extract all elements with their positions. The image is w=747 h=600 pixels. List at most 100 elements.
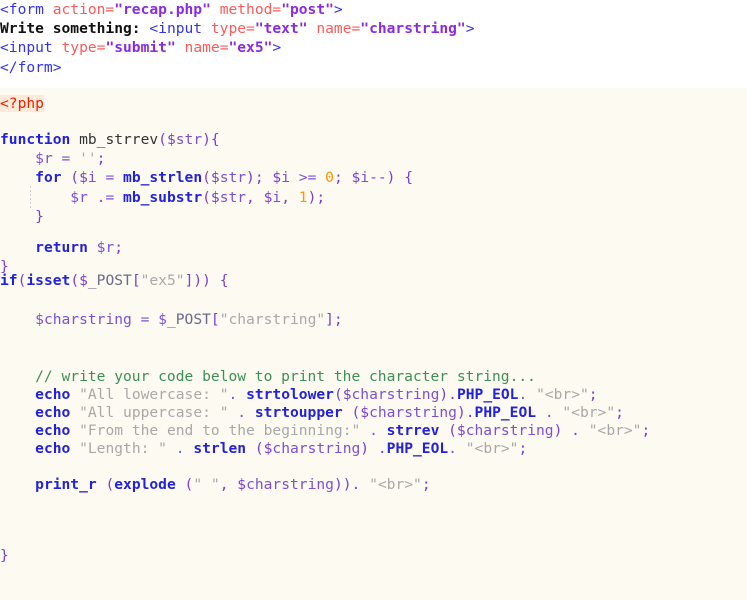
token-punc-8b: ) xyxy=(202,131,211,148)
token-string-all-uppercase: "All uppercase: " xyxy=(79,404,229,421)
token-op-concat-23b: . xyxy=(536,404,563,421)
token-punc-8a: ($ xyxy=(158,131,176,148)
token-var-i-4: i xyxy=(272,188,282,206)
token-punc-11c: , xyxy=(281,188,299,206)
token-punc-14a: ; xyxy=(114,239,124,256)
token-punc-25a: ($ xyxy=(246,440,273,457)
code-line-32[interactable]: } xyxy=(0,546,9,565)
token-tag-close-2: > xyxy=(465,20,475,38)
token-var-r-1b: r xyxy=(43,150,53,168)
token-var-str-2: str xyxy=(219,169,247,187)
token-op-gte: >= xyxy=(290,169,326,187)
token-attr-type-1: type= xyxy=(210,20,255,38)
token-punc-27a: ( xyxy=(96,476,115,493)
token-php-open-tag: <?php xyxy=(0,95,44,112)
token-attr-type-2: type= xyxy=(61,39,106,57)
token-punc-25b: ) . xyxy=(360,440,387,457)
code-line-8[interactable]: function mb_strrev($str){ xyxy=(0,130,220,149)
token-punc-8c: { xyxy=(210,131,220,148)
token-const-php-eol-2: PHP_EOL xyxy=(474,404,537,421)
token-var-i-3: i xyxy=(360,169,370,187)
token-space-1 xyxy=(211,1,220,18)
token-function-isset: isset xyxy=(26,272,71,289)
token-punc-16b: ($ xyxy=(70,272,88,289)
token-function-strtoupper: strtoupper xyxy=(254,404,343,421)
code-line-18[interactable]: $charstring = $_POST["charstring"]; xyxy=(0,310,343,329)
token-text-write-something: Write something: xyxy=(0,20,150,38)
token-keyword-echo-2: echo xyxy=(35,404,71,421)
token-number-one: 1 xyxy=(298,188,308,206)
token-function-explode: explode xyxy=(114,476,176,493)
code-line-27[interactable]: print_r (explode (" ", $charstring)). "<… xyxy=(0,475,431,494)
code-line-24[interactable]: echo "From the end to the beginning:" . … xyxy=(0,421,650,440)
token-tag-form-close: </form> xyxy=(0,58,62,76)
token-indent-11: $ xyxy=(0,188,80,206)
token-tag-close-1: > xyxy=(333,1,343,18)
token-op-concat-22b: . xyxy=(518,386,537,403)
token-punc-27d: )). xyxy=(333,476,370,493)
token-indent-10 xyxy=(0,169,35,186)
token-indent-18: $ xyxy=(0,311,44,328)
code-line-10[interactable]: for ($i = mb_strlen($str); $i >= 0; $i--… xyxy=(0,168,413,187)
token-attr-name-1: name= xyxy=(316,20,361,38)
token-indent-27 xyxy=(0,476,35,493)
code-line-4[interactable]: </form> xyxy=(0,58,62,77)
token-tag-form-open: <form xyxy=(0,1,53,18)
token-function-name-mb-strrev: mb_strrev xyxy=(70,131,159,148)
token-punc-27e: ; xyxy=(421,476,431,493)
code-line-22[interactable]: echo "All lowercase: ". strtolower($char… xyxy=(0,385,597,404)
token-punc-24c: ; xyxy=(641,422,651,439)
token-keyword-if: if xyxy=(0,272,18,289)
token-keyword-echo-4: echo xyxy=(35,440,71,457)
token-string-charstring-key: "charstring" xyxy=(219,311,326,328)
token-op-concat-23a: . xyxy=(228,404,255,421)
code-line-2[interactable]: Write something: <input type="text" name… xyxy=(0,19,475,38)
token-attrval-text: "text" xyxy=(254,20,308,38)
token-punc-11a: ($ xyxy=(202,188,220,206)
token-number-zero: 0 xyxy=(325,169,334,187)
code-line-11[interactable]: $r .= mb_substr($str, $i, 1); xyxy=(0,188,325,207)
token-punc-10c: ); $ xyxy=(246,169,282,187)
code-line-9[interactable]: $r = ''; xyxy=(0,149,105,168)
php-block-background xyxy=(0,88,747,600)
token-string-br-2: "<br>" xyxy=(562,404,616,421)
token-string-ex5: "ex5" xyxy=(140,272,185,289)
code-line-25[interactable]: echo "Length: " . strlen ($charstring) .… xyxy=(0,439,527,458)
token-space-22 xyxy=(70,386,79,403)
token-space-3 xyxy=(176,39,185,56)
token-var-r-1: $ xyxy=(0,150,44,168)
token-var-charstring-4: charstring xyxy=(465,422,554,439)
token-space-24 xyxy=(70,422,79,439)
code-line-14[interactable]: return $r; xyxy=(0,238,123,257)
token-superglobal-post-1: _POST xyxy=(87,272,132,289)
code-line-6[interactable]: <?php xyxy=(0,94,44,113)
token-function-strlen: strlen xyxy=(193,440,247,457)
token-punc-10e: --) { xyxy=(369,169,414,187)
code-line-12[interactable]: } xyxy=(0,207,44,226)
token-attr-method: method= xyxy=(219,1,282,18)
code-line-21[interactable]: // write your code below to print the ch… xyxy=(0,367,536,386)
token-brace-close-if: } xyxy=(0,547,9,564)
token-function-strtolower: strtolower xyxy=(246,386,334,403)
token-var-str-3: str xyxy=(219,188,247,206)
token-string-br-5: "<br>" xyxy=(369,476,422,493)
token-var-charstring-5: charstring xyxy=(272,440,361,457)
code-line-3[interactable]: <input type="submit" name="ex5"> xyxy=(0,38,281,57)
token-punc-18a: [ xyxy=(210,311,220,328)
code-line-23[interactable]: echo "All uppercase: " . strtoupper ($ch… xyxy=(0,403,624,422)
token-keyword-echo-3: echo xyxy=(35,422,71,439)
token-punc-10b: ($ xyxy=(202,169,220,187)
token-var-r-2: r xyxy=(79,188,88,206)
token-punc-22a: ($ xyxy=(333,386,352,403)
token-const-php-eol-3: PHP_EOL xyxy=(386,440,449,457)
token-indent-22 xyxy=(0,386,35,403)
code-line-1[interactable]: <form action="recap.php" method="post"> xyxy=(0,0,343,19)
token-keyword-echo-1: echo xyxy=(35,386,71,403)
token-punc-25c: ; xyxy=(518,440,528,457)
token-op-assign-1: = xyxy=(52,150,80,168)
token-var-r-3a: $ xyxy=(87,239,106,256)
code-line-16[interactable]: if(isset($_POST["ex5"])) { xyxy=(0,271,229,290)
token-var-r-3: r xyxy=(105,239,115,256)
token-punc-23b: ). xyxy=(456,404,475,421)
token-string-empty: '' xyxy=(79,150,97,168)
